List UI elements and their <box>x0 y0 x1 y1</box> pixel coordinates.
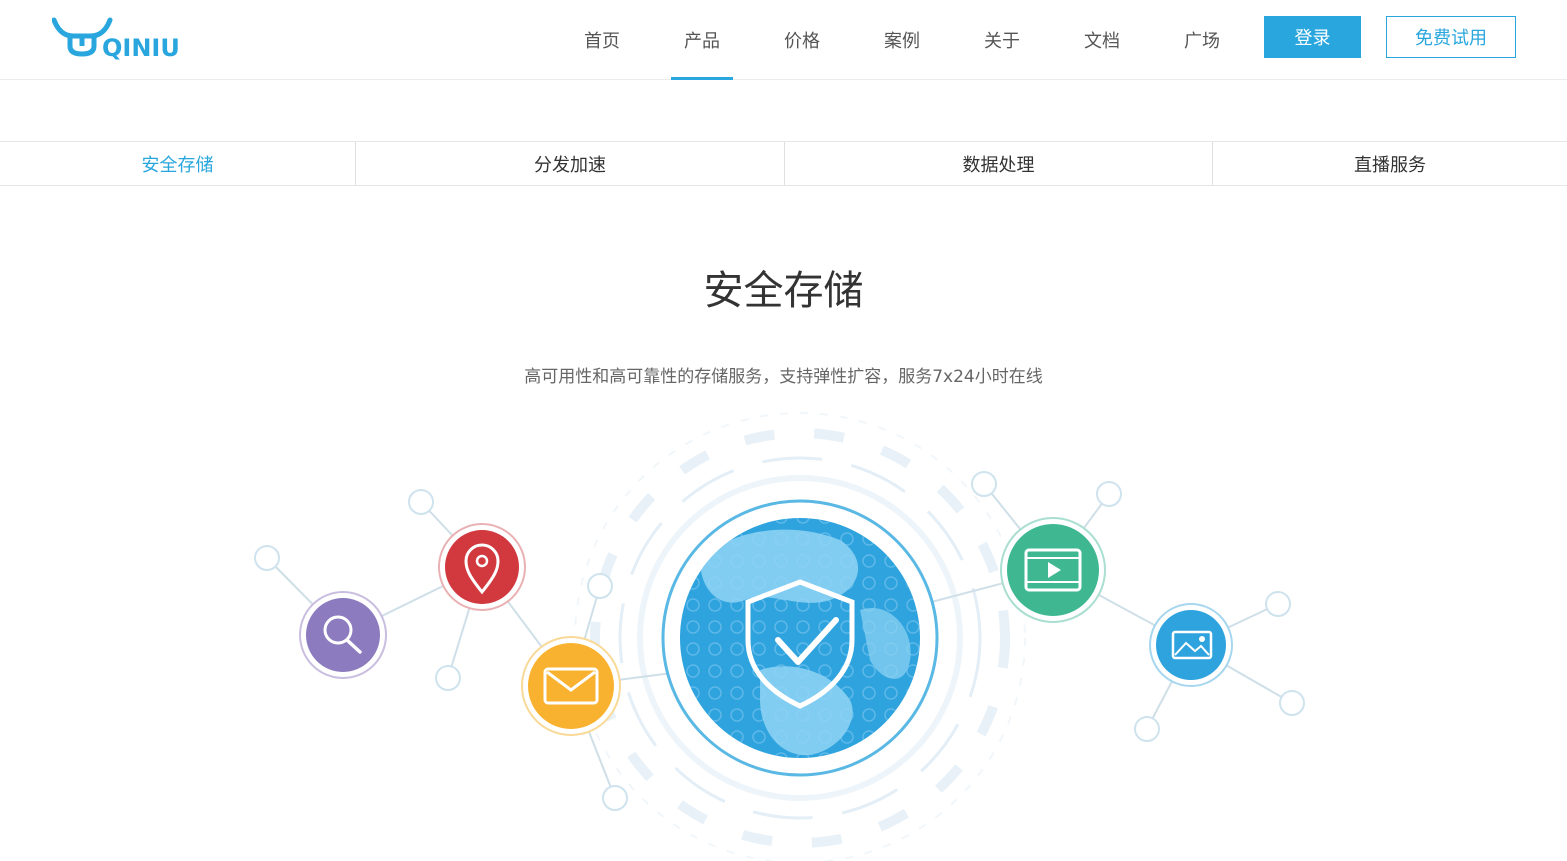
nav-cases[interactable]: 案例 <box>852 0 952 80</box>
nav-about[interactable]: 关于 <box>952 0 1052 80</box>
nav-products[interactable]: 产品 <box>652 0 752 80</box>
nav-docs[interactable]: 文档 <box>1052 0 1152 80</box>
nav-square[interactable]: 广场 <box>1152 0 1252 80</box>
search-icon <box>299 591 387 679</box>
free-trial-button[interactable]: 免费试用 <box>1386 16 1516 58</box>
mail-icon <box>521 636 621 736</box>
bull-logo-icon: QINIU <box>52 17 180 62</box>
section-title: 安全存储 <box>703 268 864 314</box>
logo-text: QINIU <box>102 34 180 62</box>
nav-home[interactable]: 首页 <box>552 0 652 80</box>
product-subtabs: 安全存储 分发加速 数据处理 直播服务 <box>0 141 1567 186</box>
subtab-secure-storage[interactable]: 安全存储 <box>0 142 356 185</box>
subtab-live-streaming[interactable]: 直播服务 <box>1213 142 1567 185</box>
section-subtitle: 高可用性和高可靠性的存储服务，支持弹性扩容，服务7x24小时在线 <box>524 367 1043 387</box>
storage-illustration <box>254 412 1305 861</box>
main-nav: 首页 产品 价格 案例 关于 文档 广场 <box>552 0 1252 80</box>
header: QINIU 首页 产品 价格 案例 关于 文档 广场 登录 免费试用 <box>0 0 1567 80</box>
shield-check-icon <box>661 499 939 777</box>
video-icon <box>1000 517 1106 623</box>
login-button[interactable]: 登录 <box>1264 16 1361 58</box>
subtab-data-processing[interactable]: 数据处理 <box>785 142 1213 185</box>
image-icon <box>1149 603 1233 687</box>
location-pin-icon <box>438 523 526 611</box>
nav-pricing[interactable]: 价格 <box>752 0 852 80</box>
qiniu-logo[interactable]: QINIU <box>52 14 192 64</box>
subtab-cdn[interactable]: 分发加速 <box>356 142 785 185</box>
